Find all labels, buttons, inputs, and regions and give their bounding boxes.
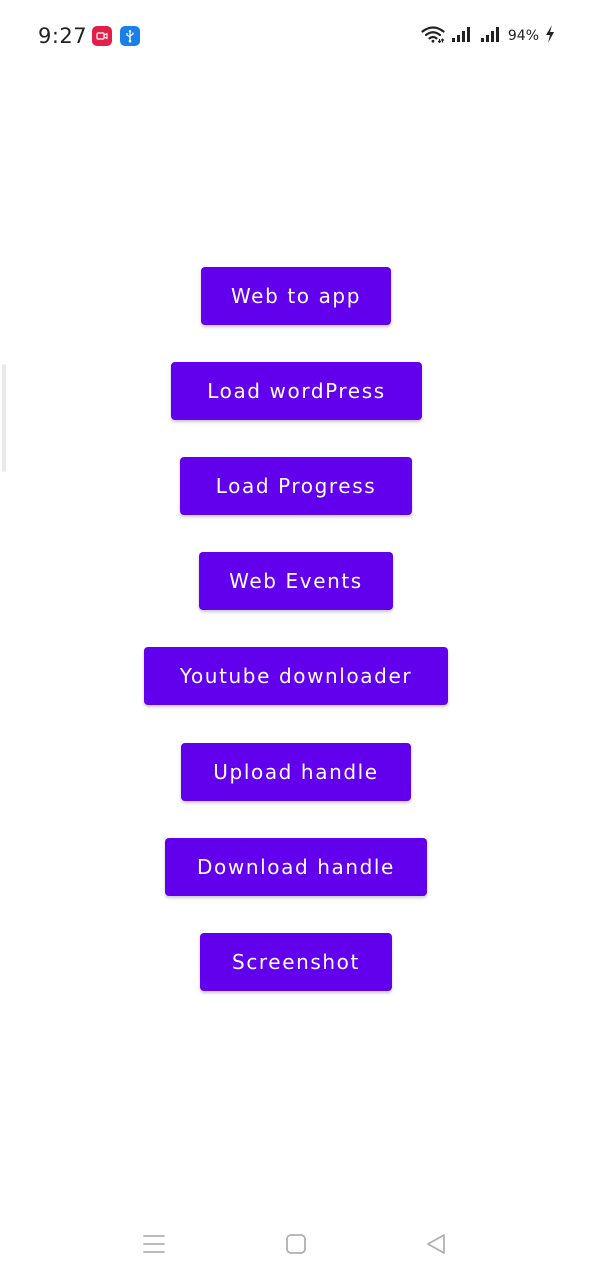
- status-time: 9:27: [38, 24, 88, 48]
- web-events-button[interactable]: Web Events: [199, 552, 393, 610]
- signal-icon: [479, 25, 503, 48]
- signal-icon: [450, 25, 474, 48]
- home-icon[interactable]: [282, 1230, 310, 1258]
- status-bar: 9:27 94%: [0, 0, 592, 72]
- load-progress-button[interactable]: Load Progress: [180, 457, 412, 515]
- edge-panel-handle[interactable]: [2, 364, 6, 472]
- download-handle-button[interactable]: Download handle: [165, 838, 427, 896]
- wifi-icon: [421, 25, 445, 48]
- back-icon[interactable]: [422, 1230, 450, 1258]
- usb-icon: [120, 26, 140, 46]
- screen: 9:27 94% Web to app Load wordPress Load …: [0, 0, 592, 1280]
- battery-level: 94%: [507, 28, 539, 44]
- status-indicators: 94%: [421, 24, 556, 48]
- upload-handle-button[interactable]: Upload handle: [181, 743, 411, 801]
- web-to-app-button[interactable]: Web to app: [201, 267, 391, 325]
- screen-recorder-icon: [92, 26, 112, 46]
- youtube-downloader-button[interactable]: Youtube downloader: [144, 647, 448, 705]
- charging-icon: [544, 24, 556, 49]
- screenshot-button[interactable]: Screenshot: [200, 933, 392, 991]
- load-wordpress-button[interactable]: Load wordPress: [171, 362, 422, 420]
- navigation-bar: [0, 1212, 592, 1276]
- menu-icon[interactable]: [140, 1230, 168, 1258]
